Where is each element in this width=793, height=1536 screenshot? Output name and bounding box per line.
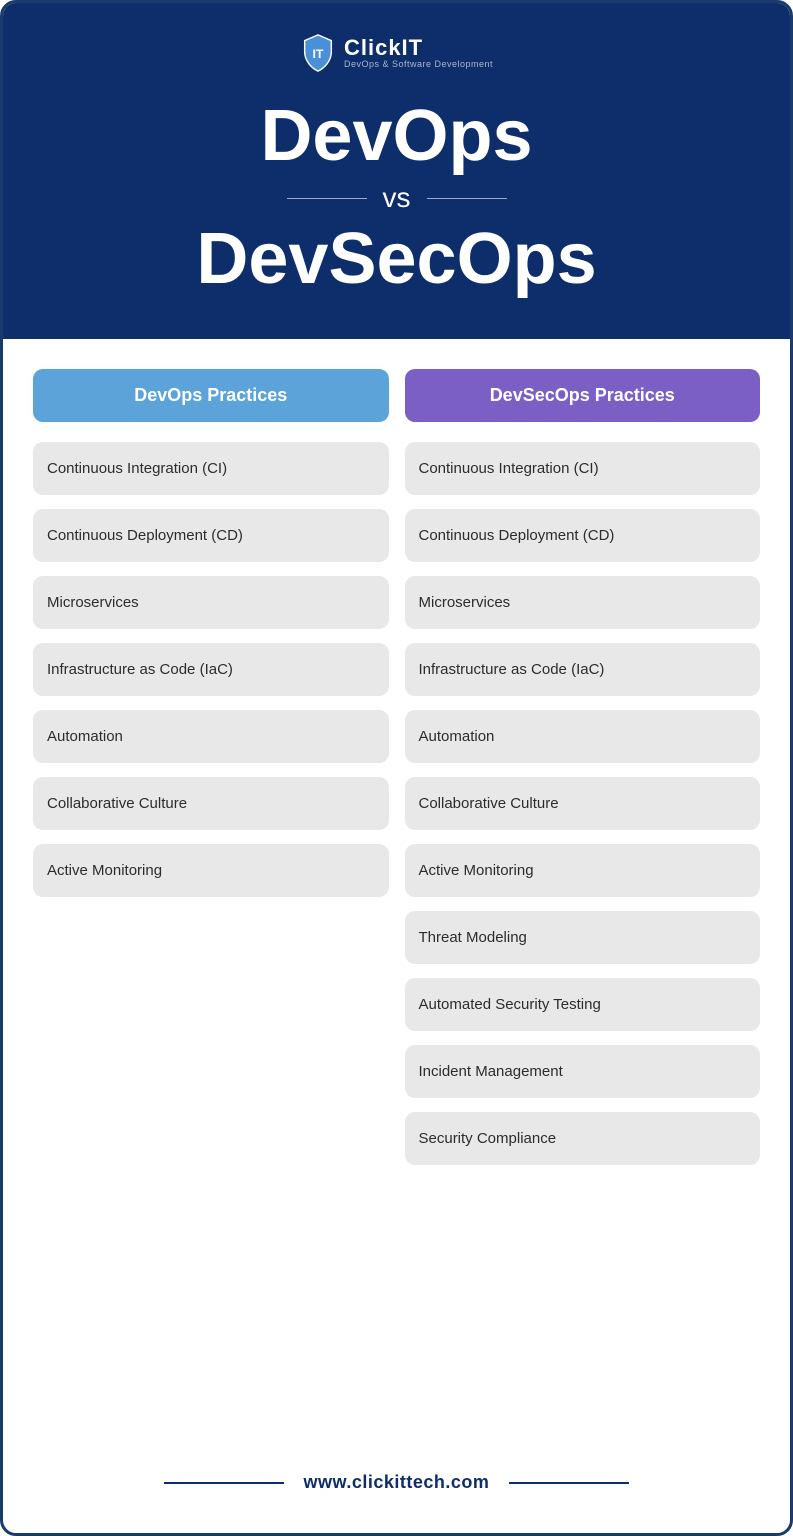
- footer-line-right: [509, 1482, 629, 1484]
- list-item: Infrastructure as Code (IaC): [405, 643, 761, 696]
- list-item: Collaborative Culture: [405, 777, 761, 830]
- list-item: Automation: [33, 710, 389, 763]
- main-content: DevOps Practices Continuous Integration …: [33, 339, 760, 1493]
- list-item: Microservices: [405, 576, 761, 629]
- list-item: Automation: [405, 710, 761, 763]
- list-item: Continuous Integration (CI): [405, 442, 761, 495]
- list-item: Active Monitoring: [33, 844, 389, 897]
- devops-column-header: DevOps Practices: [33, 369, 389, 422]
- vs-line-left: [287, 198, 367, 199]
- vs-text: vs: [383, 182, 411, 214]
- devsecops-column-header: DevSecOps Practices: [405, 369, 761, 422]
- devsecops-column: DevSecOps Practices Continuous Integrati…: [405, 369, 761, 1432]
- logo-brand: ClickIT: [344, 37, 493, 59]
- footer-section: www.clickittech.com: [33, 1442, 760, 1493]
- list-item: Active Monitoring: [405, 844, 761, 897]
- logo-area: IT ClickIT DevOps & Software Development: [300, 33, 493, 73]
- vs-line-right: [427, 198, 507, 199]
- header-section: IT ClickIT DevOps & Software Development…: [3, 3, 790, 339]
- devops-column: DevOps Practices Continuous Integration …: [33, 369, 389, 1432]
- list-item: Continuous Deployment (CD): [405, 509, 761, 562]
- list-item: Incident Management: [405, 1045, 761, 1098]
- shield-icon: IT: [300, 33, 336, 73]
- page-container: IT ClickIT DevOps & Software Development…: [0, 0, 793, 1536]
- list-item: Microservices: [33, 576, 389, 629]
- list-item: Continuous Integration (CI): [33, 442, 389, 495]
- list-item: Automated Security Testing: [405, 978, 761, 1031]
- footer-line-left: [164, 1482, 284, 1484]
- title-devsecops: DevSecOps: [196, 220, 596, 299]
- logo-tagline: DevOps & Software Development: [344, 59, 493, 69]
- svg-text:IT: IT: [312, 47, 323, 61]
- list-item: Continuous Deployment (CD): [33, 509, 389, 562]
- list-item: Collaborative Culture: [33, 777, 389, 830]
- title-devops: DevOps: [260, 97, 532, 176]
- title-vs: vs: [287, 182, 507, 214]
- list-item: Threat Modeling: [405, 911, 761, 964]
- footer-url: www.clickittech.com: [304, 1472, 490, 1493]
- list-item: Security Compliance: [405, 1112, 761, 1165]
- list-item: Infrastructure as Code (IaC): [33, 643, 389, 696]
- logo-text-area: ClickIT DevOps & Software Development: [344, 37, 493, 69]
- columns-section: DevOps Practices Continuous Integration …: [33, 369, 760, 1432]
